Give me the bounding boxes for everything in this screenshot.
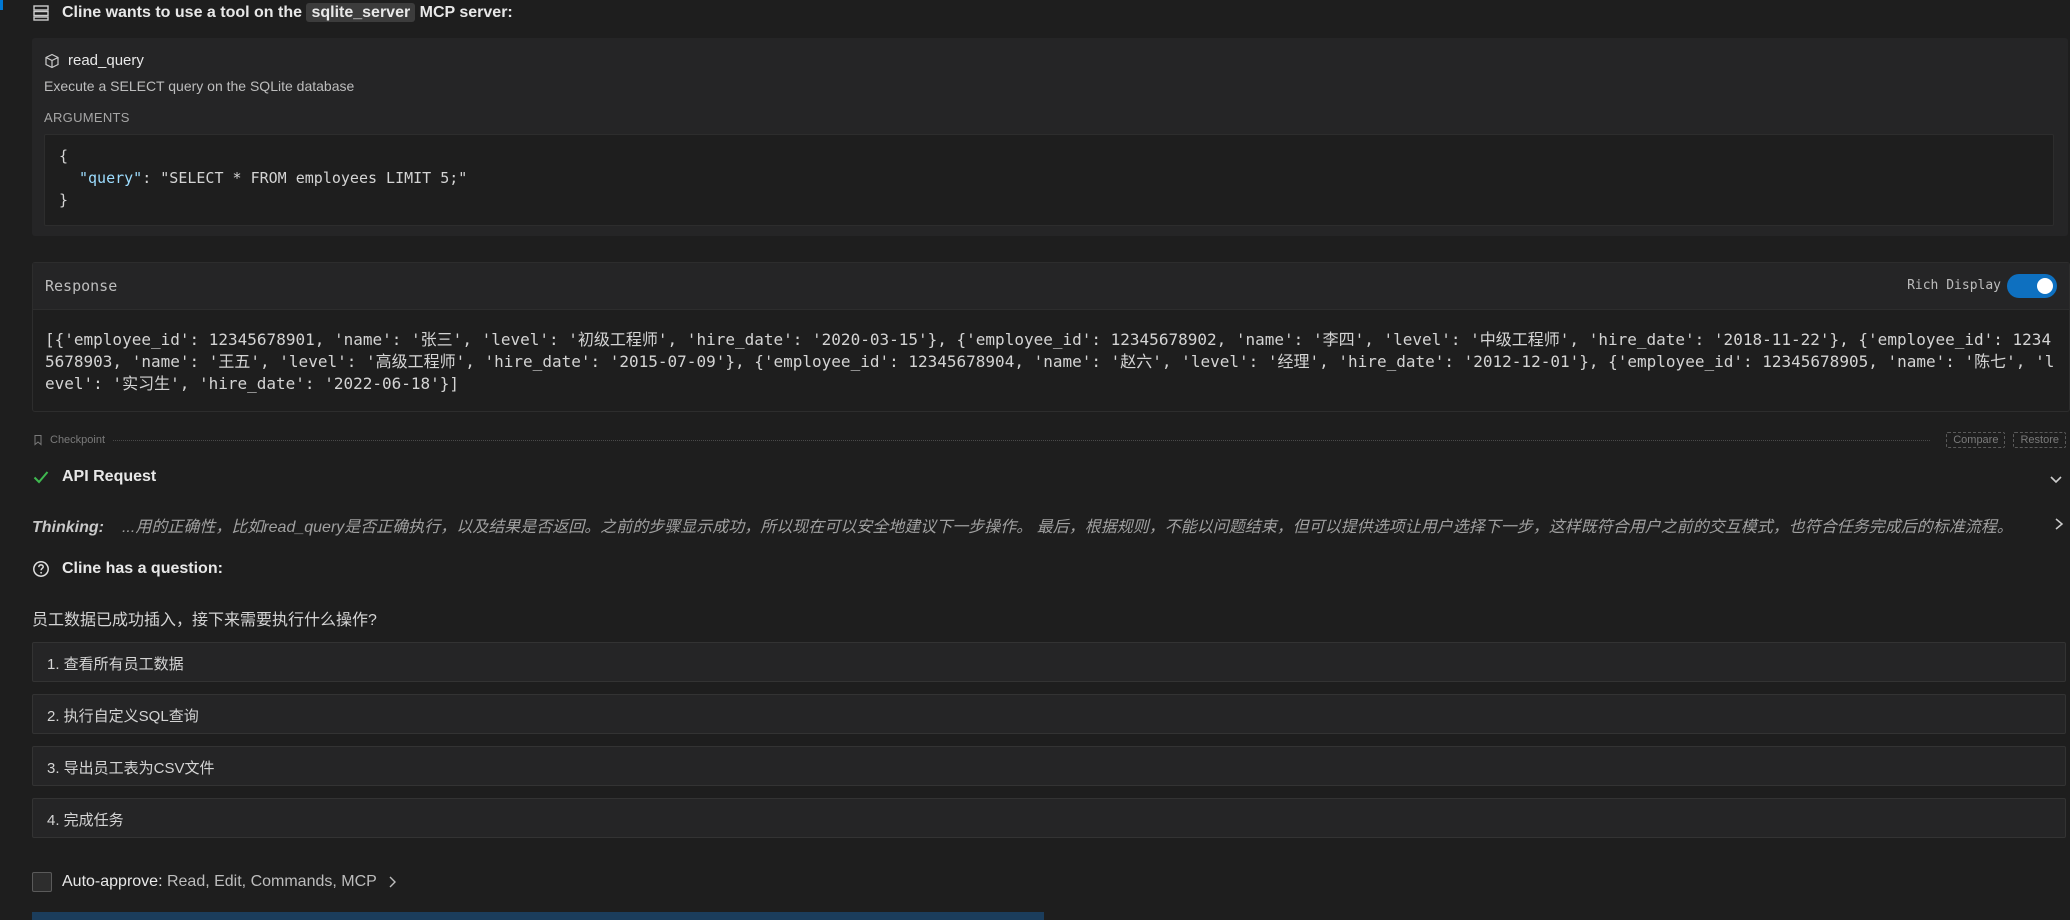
option-button-3[interactable]: 3. 导出员工表为CSV文件 [32,746,2066,786]
question-header: Cline has a question: [32,560,223,578]
tool-card: read_query Execute a SELECT query on the… [32,38,2068,236]
gutter-indicator [0,0,3,10]
checkpoint-row: Checkpoint Compare Restore [32,432,2066,448]
thinking-text: ...用的正确性，比如read_query是否正确执行，以及结果是否返回。之前的… [121,519,2013,536]
input-area-edge [32,912,1044,920]
args-close-brace: } [59,191,69,209]
question-icon [33,561,49,577]
chevron-down-icon[interactable] [2048,471,2064,487]
checkpoint-divider [113,439,1931,441]
tool-description: Execute a SELECT query on the SQLite dat… [44,78,355,94]
tool-name: read_query [68,52,144,69]
thinking-row[interactable]: Thinking: ...用的正确性，比如read_query是否正确执行，以及结… [32,513,2066,537]
arg-value: "SELECT * FROM employees LIMIT 5;" [160,169,468,187]
header-prefix: Cline wants to use a tool on the [62,4,303,21]
option-button-4[interactable]: 4. 完成任务 [32,798,2066,838]
response-header: Response Rich Display [33,263,2069,310]
api-request-header: API Request [32,468,156,486]
api-request-label: API Request [62,468,157,485]
arg-key: "query" [79,169,143,187]
auto-approve-checkbox[interactable] [32,872,52,892]
server-name-badge: sqlite_server [306,3,416,22]
checkpoint-label: Checkpoint [50,434,106,446]
response-card: Response Rich Display [{'employee_id': 1… [32,262,2070,412]
arguments-code-block: { "query": "SELECT * FROM employees LIMI… [44,134,2054,226]
arg-separator: : [142,169,161,187]
toggle-knob [2037,278,2053,294]
question-header-label: Cline has a question: [62,560,223,577]
server-icon [33,5,49,21]
left-gutter [0,0,4,920]
option-label: 1. 查看所有员工数据 [47,656,184,673]
chevron-right-icon[interactable] [387,875,399,889]
cube-icon [45,53,59,68]
compare-button[interactable]: Compare [1946,432,2006,448]
response-body: [{'employee_id': 12345678901, 'name': '张… [45,330,2055,393]
rich-display-label: Rich Display [1907,278,2001,293]
chevron-right-icon[interactable] [2052,516,2066,532]
auto-approve-label: Auto-approve: [62,873,163,890]
response-title: Response [45,277,118,295]
option-label: 2. 执行自定义SQL查询 [47,708,199,725]
question-text: 员工数据已成功插入，接下来需要执行什么操作? [32,612,377,629]
mcp-tool-header: Cline wants to use a tool on the sqlite_… [32,3,513,22]
restore-button[interactable]: Restore [2013,432,2066,448]
auto-approve-values: Read, Edit, Commands, MCP [166,873,377,890]
check-icon [33,471,49,484]
args-query-line: "query": "SELECT * FROM employees LIMIT … [79,169,467,187]
api-request-row[interactable]: API Request [32,468,2066,490]
thinking-label: Thinking: [32,519,104,536]
header-suffix: MCP server: [419,4,513,21]
auto-approve-row[interactable]: Auto-approve: Read, Edit, Commands, MCP [32,872,399,892]
rich-display-toggle[interactable] [2007,274,2057,298]
bookmark-icon [34,435,42,446]
option-label: 4. 完成任务 [47,812,124,829]
tool-name-row: read_query [44,52,144,69]
option-label: 3. 导出员工表为CSV文件 [47,760,215,777]
args-open-brace: { [59,147,69,165]
arguments-label: ARGUMENTS [44,110,130,125]
option-button-2[interactable]: 2. 执行自定义SQL查询 [32,694,2066,734]
option-button-1[interactable]: 1. 查看所有员工数据 [32,642,2066,682]
